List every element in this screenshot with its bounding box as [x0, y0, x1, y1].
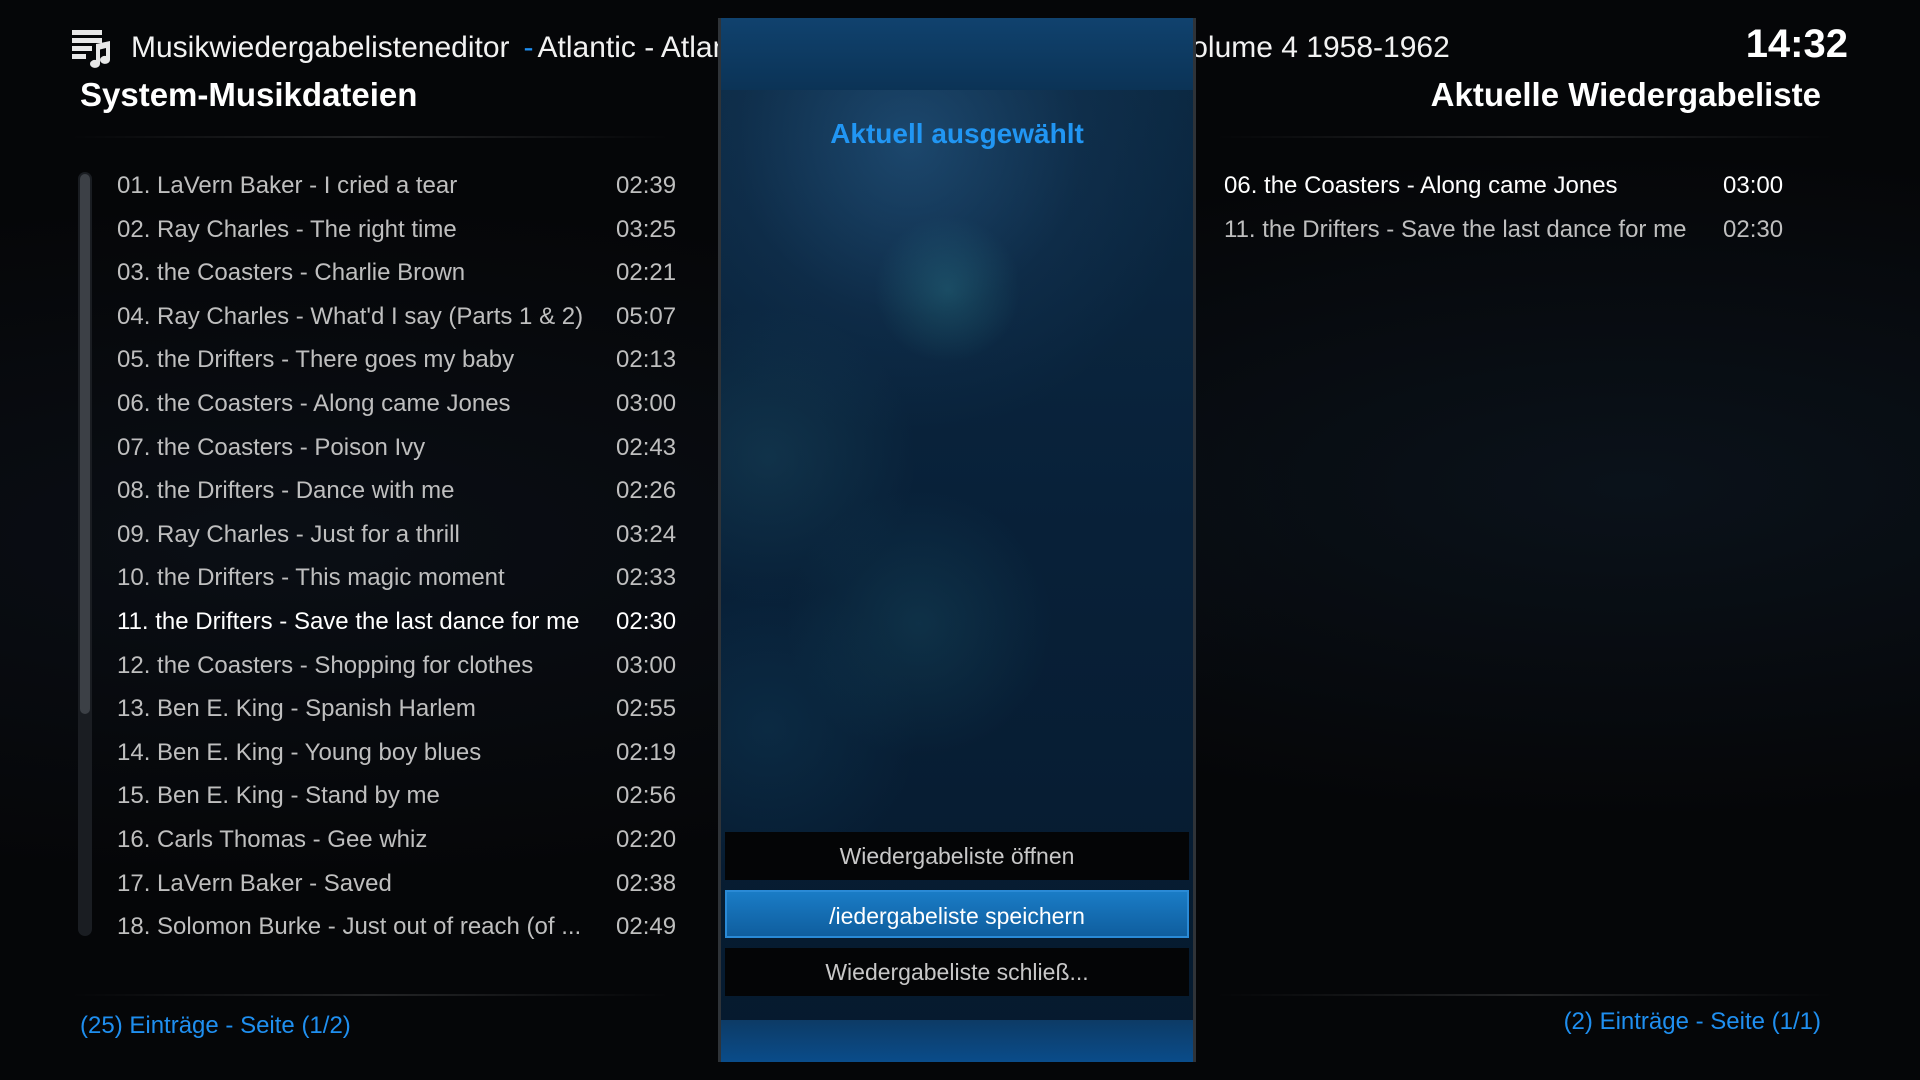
scrollbar-thumb[interactable] — [80, 174, 90, 714]
track-duration: 05:07 — [616, 302, 677, 330]
track-duration: 02:55 — [616, 695, 677, 723]
app-title: Musikwiedergabelisteneditor — [131, 31, 510, 64]
track-title: 02. Ray Charles - The right time — [117, 215, 457, 243]
track-title: 07. the Coasters - Poison Ivy — [117, 433, 426, 461]
track-row[interactable]: 12. the Coasters - Shopping for clothes 0… — [117, 644, 677, 688]
track-duration: 02:26 — [616, 477, 677, 505]
track-duration: 02:21 — [616, 259, 677, 287]
track-title: 04. Ray Charles - What'd I say (Parts 1 … — [117, 302, 584, 330]
track-row[interactable]: 01. LaVern Baker - I cried a tear 02:39 — [117, 164, 677, 208]
playlist-track-title: 06. the Coasters - Along came Jones — [1224, 172, 1618, 199]
track-row[interactable]: 15. Ben E. King - Stand by me 02:56 — [117, 774, 677, 818]
track-title: 18. Solomon Burke - Just out of reach (o… — [117, 913, 582, 941]
track-row[interactable]: 06. the Coasters - Along came Jones 03:00 — [117, 382, 677, 426]
playlist-track-title: 11. the Drifters - Save the last dance f… — [1224, 215, 1687, 243]
track-duration: 03:00 — [616, 389, 677, 417]
track-title: 11. the Drifters - Save the last dance f… — [117, 607, 580, 635]
track-row[interactable]: 16. Carls Thomas - Gee whiz 02:20 — [117, 818, 677, 862]
divider — [1215, 994, 1835, 996]
track-duration: 02:38 — [616, 869, 677, 897]
track-row[interactable]: 07. the Coasters - Poison Ivy 02:43 — [117, 426, 677, 470]
track-title: 05. the Drifters - There goes my baby — [117, 346, 515, 374]
track-duration: 02:30 — [616, 607, 677, 635]
right-page-info: (2) Einträge - Seite (1/1) — [1563, 1008, 1821, 1035]
track-row[interactable]: 14. Ben E. King - Young boy blues 02:19 — [117, 731, 677, 775]
track-row[interactable]: 17. LaVern Baker - Saved 02:38 — [117, 862, 677, 906]
track-title: 06. the Coasters - Along came Jones — [117, 389, 511, 417]
track-duration: 02:33 — [616, 564, 677, 592]
divider — [70, 994, 670, 996]
track-title: 17. LaVern Baker - Saved — [117, 869, 392, 897]
center-panel: Aktuell ausgewählt Wiedergabeliste öffne… — [718, 18, 1196, 1062]
track-row[interactable]: 08. the Drifters - Dance with me 02:26 — [117, 469, 677, 513]
track-row[interactable]: 13. Ben E. King - Spanish Harlem 02:55 — [117, 687, 677, 731]
currently-selected-heading: Aktuell ausgewählt — [830, 118, 1084, 149]
track-duration: 03:24 — [616, 520, 677, 548]
track-title: 14. Ben E. King - Young boy blues — [117, 738, 482, 766]
playlist-row[interactable]: 06. the Coasters - Along came Jones 03:00 — [1224, 164, 1784, 208]
track-title: 12. the Coasters - Shopping for clothes — [117, 651, 534, 679]
system-music-files-heading: System-Musikdateien — [80, 76, 418, 113]
playlist-music-icon — [72, 30, 110, 68]
divider — [1215, 136, 1835, 138]
center-bottom-bar — [721, 1020, 1193, 1062]
track-duration: 02:19 — [616, 738, 677, 766]
playlist-row[interactable]: 11. the Drifters - Save the last dance f… — [1224, 208, 1784, 252]
track-row[interactable]: 05. the Drifters - There goes my baby 02:… — [117, 338, 677, 382]
track-duration: 03:00 — [616, 651, 677, 679]
track-title: 01. LaVern Baker - I cried a tear — [117, 172, 458, 199]
open-playlist-button[interactable]: Wiedergabeliste öffnen — [725, 832, 1189, 880]
save-playlist-button[interactable]: /iedergabeliste speichern — [725, 890, 1189, 938]
divider — [70, 136, 670, 138]
track-row[interactable]: 09. Ray Charles - Just for a thrill 03:24 — [117, 513, 677, 557]
track-duration: 02:43 — [616, 433, 677, 461]
track-row[interactable]: 11. the Drifters - Save the last dance f… — [117, 600, 677, 644]
track-row[interactable]: 04. Ray Charles - What'd I say (Parts 1 … — [117, 295, 677, 339]
current-playlist-list: 06. the Coasters - Along came Jones 03:00… — [1224, 164, 1784, 251]
center-top-bar — [721, 18, 1193, 90]
track-duration: 03:25 — [616, 215, 677, 243]
track-title: 08. the Drifters - Dance with me — [117, 477, 455, 505]
track-title: 16. Carls Thomas - Gee whiz — [117, 825, 428, 853]
track-title: 03. the Coasters - Charlie Brown — [117, 259, 466, 287]
track-title: 13. Ben E. King - Spanish Harlem — [117, 695, 476, 723]
track-row[interactable]: 18. Solomon Burke - Just out of reach (o… — [117, 905, 677, 949]
track-duration: 02:13 — [616, 346, 677, 374]
track-duration: 02:39 — [616, 172, 677, 199]
track-row[interactable]: 03. the Coasters - Charlie Brown 02:21 — [117, 251, 677, 295]
close-playlist-button[interactable]: Wiedergabeliste schließ... — [725, 948, 1189, 996]
track-duration: 02:56 — [616, 782, 677, 810]
track-row[interactable]: 10. the Drifters - This magic moment 02:3… — [117, 556, 677, 600]
track-title: 09. Ray Charles - Just for a thrill — [117, 520, 460, 548]
playlist-track-duration: 03:00 — [1723, 172, 1784, 199]
clock: 14:32 — [1745, 22, 1848, 66]
track-row[interactable]: 02. Ray Charles - The right time 03:25 — [117, 208, 677, 252]
title-separator: - — [523, 31, 534, 64]
track-title: 10. the Drifters - This magic moment — [117, 564, 505, 592]
track-duration: 02:20 — [616, 825, 677, 853]
current-playlist-heading: Aktuelle Wiedergabeliste — [1430, 76, 1821, 113]
playlist-track-duration: 02:30 — [1723, 215, 1784, 243]
track-duration: 02:49 — [616, 913, 677, 941]
track-title: 15. Ben E. King - Stand by me — [117, 782, 440, 810]
left-page-info: (25) Einträge - Seite (1/2) — [80, 1012, 351, 1039]
system-track-list: 01. LaVern Baker - I cried a tear 02:39 02… — [117, 164, 677, 949]
